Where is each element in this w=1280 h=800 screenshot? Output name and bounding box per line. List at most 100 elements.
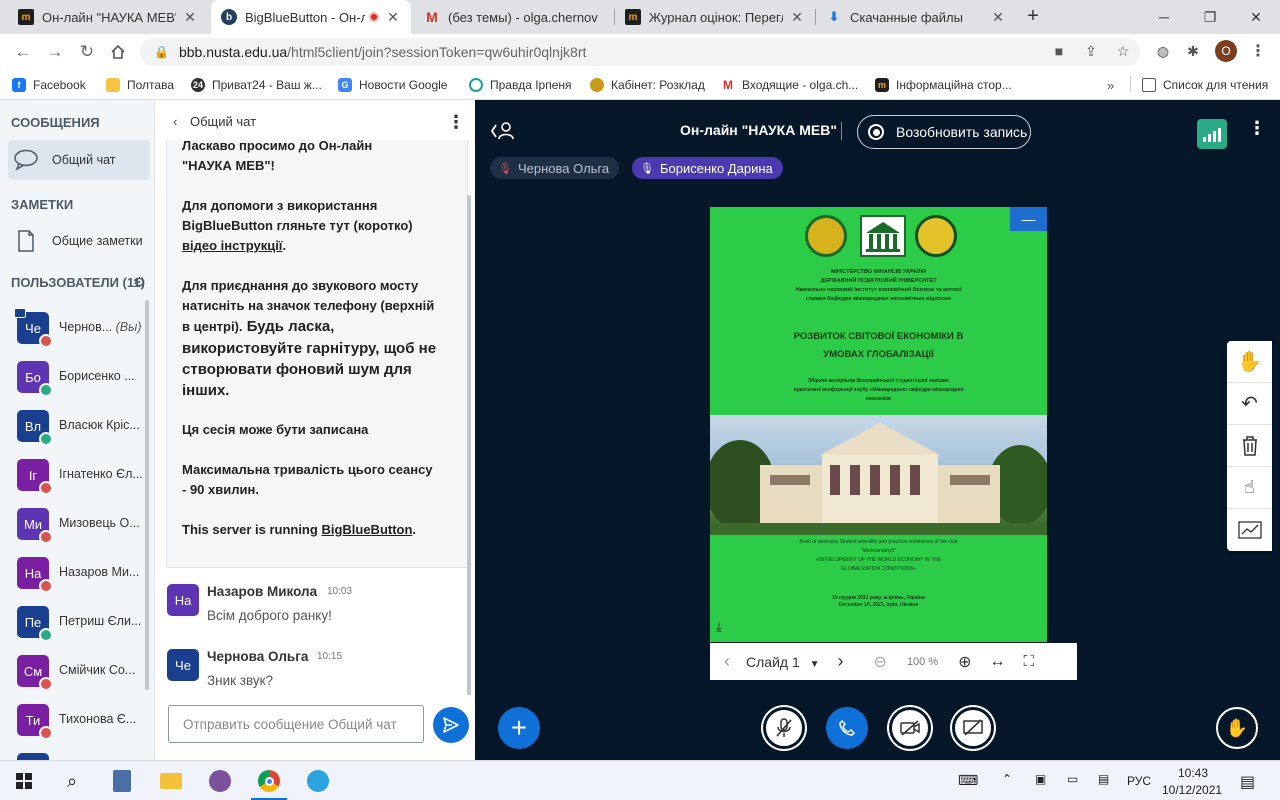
user-list-item[interactable]: На Назаров Ми...	[0, 551, 150, 595]
network-icon[interactable]: ▤	[1098, 772, 1109, 786]
resume-recording-button[interactable]: Возобновить запись	[857, 115, 1031, 149]
bookmark-gmail-inbox[interactable]: M Входящие - olga.ch...	[721, 76, 858, 94]
tab-bigbluebutton[interactable]: b BigBlueButton - Он-л ✕	[211, 0, 411, 34]
presentation-slide[interactable]: — МІНІСТЕРСТВО ФІНАНСІВ УКРАЇНИ ДЕРЖАВНИ…	[710, 207, 1047, 642]
chat-options-icon[interactable]: ⋮	[447, 112, 465, 133]
clock-time[interactable]: 10:43	[1178, 766, 1208, 780]
language-indicator[interactable]: РУС	[1127, 774, 1151, 788]
bookmark-poltava[interactable]: Полтава	[106, 76, 174, 94]
user-list-item[interactable]: Іг Ігнатенко Єл...	[0, 453, 150, 497]
user-list-item[interactable]: Бо Борисенко ...	[0, 355, 150, 399]
chat-scrollbar[interactable]	[467, 195, 471, 695]
slide-selector[interactable]: Слайд 1 ▼	[746, 654, 820, 670]
fit-width-button[interactable]: ↔	[990, 653, 1006, 671]
pan-tool-button[interactable]: ✋	[1227, 341, 1272, 383]
user-list-item[interactable]: См Смійчик Со...	[0, 649, 150, 693]
welcome-help-2: BigBlueButton гляньте тут (коротко)	[182, 218, 413, 233]
chat-message-input[interactable]: Отправить сообщение Общий чат	[168, 705, 424, 743]
user-list-item[interactable]: Че Чернов... (Вы)	[0, 306, 150, 350]
share-webcam-button[interactable]	[889, 707, 931, 749]
forward-button[interactable]: →	[42, 40, 68, 64]
tab-grades-journal[interactable]: m Журнал оцінок: Перегляд ✕	[615, 0, 815, 34]
bookmark-google-news[interactable]: G Новости Google	[338, 76, 447, 94]
share-screen-button[interactable]	[952, 707, 994, 749]
connection-status-button[interactable]	[1197, 119, 1227, 149]
start-button[interactable]	[4, 766, 44, 796]
meet-now-icon[interactable]: ▣	[1035, 772, 1046, 786]
fullscreen-button[interactable]: ⛶	[1024, 653, 1035, 670]
taskbar-telegram[interactable]	[298, 766, 338, 796]
raise-hand-button[interactable]: ✋	[1216, 707, 1258, 749]
bookmark-star-icon[interactable]: ☆	[1110, 39, 1136, 63]
notifications-icon[interactable]: ▤	[1240, 772, 1255, 792]
next-slide-button[interactable]: ›	[838, 651, 844, 672]
close-tab-icon[interactable]: ✕	[385, 9, 401, 26]
taskbar-viber[interactable]	[200, 766, 240, 796]
sidebar-scrollbar[interactable]	[145, 300, 149, 690]
taskbar-file-explorer[interactable]	[151, 766, 191, 796]
previous-slide-button[interactable]: ‹	[724, 651, 730, 672]
bookmark-info-page[interactable]: m Інформаційна стор...	[875, 76, 1012, 94]
translate-icon[interactable]: ◍	[1150, 39, 1176, 63]
whiteboard-chart-button[interactable]	[1227, 509, 1272, 551]
user-list-item[interactable]: Ми Мизовець О...	[0, 502, 150, 546]
bigbluebutton-link[interactable]: BigBlueButton	[321, 522, 412, 537]
multi-user-button[interactable]: ☝	[1227, 467, 1272, 509]
close-tab-icon[interactable]: ✕	[990, 9, 1006, 26]
download-slides-icon[interactable]: ⤓	[716, 619, 722, 635]
extensions-icon[interactable]: ✱	[1180, 39, 1206, 63]
tab-nauka-mev[interactable]: m Он-лайн "НАУКА МЕВ" ✕	[8, 0, 208, 34]
home-button[interactable]	[105, 40, 131, 64]
battery-icon[interactable]: ▭	[1067, 772, 1078, 786]
sidebar-item-public-chat[interactable]: Общий чат	[8, 140, 150, 180]
bookmark-cabinet-schedule[interactable]: Кабінет: Розклад	[590, 76, 705, 94]
new-tab-button[interactable]: +	[1020, 5, 1046, 29]
clock-date[interactable]: 10/12/2021	[1162, 783, 1222, 797]
taskbar-chrome[interactable]	[249, 766, 289, 796]
back-button[interactable]: ←	[10, 40, 36, 64]
chevron-up-icon[interactable]: ⌃	[1002, 772, 1012, 786]
search-button[interactable]: ⌕	[52, 766, 92, 796]
taskbar-calculator[interactable]	[102, 766, 142, 796]
address-bar[interactable]: 🔒 bbb.nusta.edu.ua/html5client/join?sess…	[140, 38, 1140, 66]
browser-menu-icon[interactable]: ⋮	[1245, 39, 1271, 63]
whiteboard-toolbar: ✋ ↶ ☝	[1227, 341, 1272, 551]
tab-gmail[interactable]: M (без темы) - olga.chernov	[414, 0, 614, 34]
gear-icon[interactable]: ⚙	[133, 274, 146, 291]
zoom-out-button[interactable]: ⊖	[874, 652, 887, 672]
user-list-item[interactable]: ФеФольварков...	[0, 747, 150, 760]
actions-plus-button[interactable]: +	[498, 707, 540, 749]
zoom-in-button[interactable]: ⊕	[958, 652, 971, 672]
restore-button[interactable]: ❐	[1187, 0, 1233, 34]
more-bookmarks-button[interactable]: »	[1107, 76, 1114, 94]
user-list-item[interactable]: Вл Власюк Кріс...	[0, 404, 150, 448]
video-instructions-link[interactable]: відео інструкції	[182, 238, 282, 253]
minimize-button[interactable]: ─	[1141, 0, 1187, 34]
sidebar-item-shared-notes[interactable]: Общие заметки	[8, 221, 150, 261]
options-menu-icon[interactable]: ⋮	[1248, 118, 1266, 139]
reload-button[interactable]: ↻	[74, 40, 100, 64]
chat-title[interactable]: Общий чат	[190, 114, 256, 129]
toggle-user-list-button[interactable]	[490, 120, 516, 142]
user-list-item[interactable]: Пе Петриш Єли...	[0, 600, 150, 644]
unmute-microphone-button[interactable]	[763, 707, 805, 749]
reading-list-button[interactable]: Список для чтения	[1142, 76, 1268, 94]
close-tab-icon[interactable]: ✕	[182, 9, 198, 26]
tab-downloads[interactable]: ⬇ Скачанные файлы ✕	[816, 0, 1016, 34]
bookmark-privat24[interactable]: 24 Приват24 - Ваш ж...	[191, 76, 322, 94]
bookmark-facebook[interactable]: f Facebook	[12, 76, 86, 94]
close-tab-icon[interactable]: ✕	[789, 9, 805, 26]
send-message-button[interactable]	[433, 707, 469, 743]
chevron-left-icon[interactable]: ‹	[173, 114, 177, 129]
profile-avatar[interactable]: O	[1213, 39, 1239, 63]
leave-audio-button[interactable]	[826, 707, 868, 749]
undo-button[interactable]: ↶	[1227, 383, 1272, 425]
share-icon[interactable]: ⇪	[1078, 39, 1104, 63]
bookmark-pravda-irpenya[interactable]: Правда Ірпеня	[469, 76, 572, 94]
keyboard-icon[interactable]: ⌨	[958, 772, 978, 789]
close-window-button[interactable]: ✕	[1233, 0, 1279, 34]
camera-permission-icon[interactable]: ■	[1046, 39, 1072, 63]
user-list-item[interactable]: Ти Тихонова Є...	[0, 698, 150, 742]
minimize-presentation-button[interactable]: —	[1010, 207, 1047, 231]
clear-annotations-button[interactable]	[1227, 425, 1272, 467]
